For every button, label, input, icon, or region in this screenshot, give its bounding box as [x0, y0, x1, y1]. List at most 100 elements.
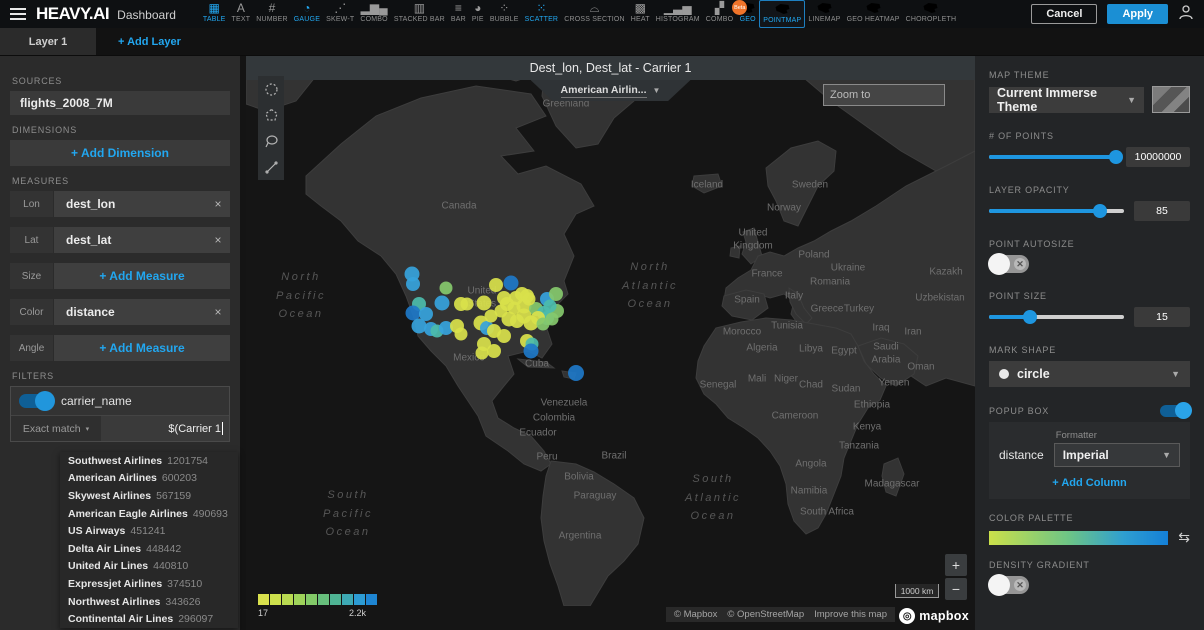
point-autosize-toggle[interactable]: ✕: [989, 255, 1029, 273]
add-column-button[interactable]: + Add Column: [999, 477, 1180, 489]
layer-opacity-value[interactable]: 85: [1134, 201, 1190, 221]
remove-measure-icon[interactable]: ×: [206, 227, 230, 253]
attribution-osm[interactable]: © OpenStreetMap: [727, 609, 804, 620]
data-point[interactable]: [537, 318, 550, 331]
data-point[interactable]: [485, 310, 498, 323]
chart-type-button[interactable]: ≡ BAR: [448, 0, 469, 28]
suggestion-item[interactable]: United Air Lines 440810: [60, 558, 238, 576]
suggestion-item[interactable]: Southwest Airlines 1201754: [60, 452, 238, 470]
measure-value[interactable]: + Add Measure: [54, 263, 230, 289]
point-size-value[interactable]: 15: [1134, 307, 1190, 327]
data-point[interactable]: [497, 329, 511, 343]
color-palette-bar[interactable]: [989, 531, 1168, 545]
suggestion-item[interactable]: Continental Air Lines 296097: [60, 610, 238, 628]
suggestion-item[interactable]: Northwest Airlines 343626: [60, 593, 238, 611]
suggestion-item[interactable]: Expressjet Airlines 374510: [60, 575, 238, 593]
chart-type-button[interactable]: # NUMBER: [253, 0, 291, 28]
data-point[interactable]: [487, 344, 501, 358]
data-point[interactable]: [440, 282, 453, 295]
data-point[interactable]: [477, 296, 492, 311]
mapbox-logo[interactable]: ◎ mapbox: [899, 608, 969, 624]
lasso-select-tool[interactable]: [258, 128, 284, 154]
mark-shape-dropdown[interactable]: circle ▼: [989, 361, 1190, 387]
add-dimension-button[interactable]: + Add Dimension: [10, 140, 230, 166]
measure-row[interactable]: Angle + Add Measure ×: [10, 335, 230, 361]
polygon-select-tool[interactable]: [258, 102, 284, 128]
measure-row[interactable]: Lon dest_lon ×: [10, 191, 230, 217]
measure-value[interactable]: + Add Measure: [54, 335, 230, 361]
density-gradient-toggle[interactable]: ✕: [989, 576, 1029, 594]
suggestion-item[interactable]: American Eagle Airlines 490693: [60, 505, 238, 523]
chart-type-button[interactable]: CHOROPLETH: [903, 0, 960, 28]
dimension-pill-dropdown[interactable]: American Airlin... ▼: [531, 80, 691, 101]
zoom-to-input[interactable]: [823, 84, 945, 106]
data-point[interactable]: [406, 277, 420, 291]
data-point[interactable]: [508, 302, 521, 315]
data-point[interactable]: [461, 298, 474, 311]
data-point[interactable]: [523, 293, 536, 306]
chart-type-button[interactable]: ◕ PIE: [469, 0, 487, 28]
layer-opacity-slider[interactable]: [989, 204, 1124, 218]
zoom-in-button[interactable]: +: [945, 554, 967, 576]
filter-toggle[interactable]: [19, 394, 53, 408]
chart-type-button[interactable]: POINTMAP: [759, 0, 805, 28]
chart-type-button[interactable]: ▦ TABLE: [200, 0, 229, 28]
point-size-slider[interactable]: [989, 310, 1124, 324]
add-layer-button[interactable]: + Add Layer: [96, 28, 203, 55]
popup-box-toggle[interactable]: [1160, 405, 1190, 417]
chart-type-button[interactable]: Beta GEO: [736, 0, 759, 28]
map-canvas[interactable]: GreenlandCanadaUnited StatesMexicoCubaIc…: [246, 56, 975, 630]
data-point[interactable]: [524, 344, 539, 359]
map-theme-thumbnail[interactable]: [1152, 86, 1190, 113]
layer-tab-active[interactable]: Layer 1: [0, 28, 96, 55]
chart-type-button[interactable]: ▁▃▅ HISTOGRAM: [653, 0, 703, 28]
measure-value[interactable]: dest_lon: [54, 191, 206, 217]
map-theme-dropdown[interactable]: Current Immerse Theme ▼: [989, 87, 1144, 113]
chart-type-button[interactable]: ▂▆▄ COMBO: [357, 0, 390, 28]
formatter-dropdown[interactable]: Imperial ▼: [1054, 443, 1180, 467]
chart-type-button[interactable]: LINEMAP: [805, 0, 843, 28]
suggestion-item[interactable]: American Airlines 600203: [60, 470, 238, 488]
chart-type-button[interactable]: ⋰ SKEW-T: [323, 0, 357, 28]
measure-value[interactable]: dest_lat: [54, 227, 206, 253]
chart-type-button[interactable]: ▥ STACKED BAR: [391, 0, 448, 28]
attribution-improve-link[interactable]: Improve this map: [814, 609, 887, 620]
reverse-palette-icon[interactable]: ⇆: [1178, 529, 1190, 546]
user-icon[interactable]: [1178, 4, 1194, 25]
data-point[interactable]: [544, 300, 557, 313]
measure-row[interactable]: Color distance ×: [10, 299, 230, 325]
circle-select-tool[interactable]: [258, 76, 284, 102]
chart-type-button[interactable]: ▩ HEAT: [628, 0, 653, 28]
chart-type-button[interactable]: GEO HEATMAP: [844, 0, 903, 28]
apply-button[interactable]: Apply: [1107, 4, 1168, 24]
menu-icon[interactable]: [0, 8, 34, 20]
remove-measure-icon[interactable]: ×: [206, 191, 230, 217]
measure-value[interactable]: distance: [54, 299, 206, 325]
measure-line-tool[interactable]: [258, 154, 284, 180]
cancel-button[interactable]: Cancel: [1031, 4, 1097, 24]
source-selector[interactable]: flights_2008_7M: [10, 91, 230, 115]
chart-type-button[interactable]: ▞ COMBO: [703, 0, 736, 28]
chart-type-button[interactable]: ⌓ CROSS SECTION: [561, 0, 628, 28]
data-point[interactable]: [476, 347, 489, 360]
num-points-slider[interactable]: [989, 150, 1116, 164]
num-points-value[interactable]: 10000000: [1126, 147, 1190, 167]
measure-row[interactable]: Size + Add Measure ×: [10, 263, 230, 289]
remove-measure-icon[interactable]: ×: [206, 299, 230, 325]
suggestion-item[interactable]: Skywest Airlines 567159: [60, 487, 238, 505]
measure-row[interactable]: Lat dest_lat ×: [10, 227, 230, 253]
match-mode-dropdown[interactable]: Exact match ▾: [11, 416, 101, 441]
chart-type-button[interactable]: ⁙ SCATTER: [522, 0, 562, 28]
data-point[interactable]: [455, 328, 468, 341]
attribution-mapbox[interactable]: © Mapbox: [674, 609, 717, 620]
chart-type-button[interactable]: A TEXT: [229, 0, 254, 28]
data-point[interactable]: [489, 278, 503, 292]
data-point[interactable]: [568, 365, 584, 381]
zoom-out-button[interactable]: −: [945, 578, 967, 600]
chart-type-button[interactable]: ◔ GAUGE: [291, 0, 323, 28]
suggestion-item[interactable]: Delta Air Lines 448442: [60, 540, 238, 558]
chart-type-button[interactable]: ⁘ BUBBLE: [487, 0, 522, 28]
data-point[interactable]: [435, 296, 450, 311]
filter-value-input[interactable]: $(Carrier 1: [101, 416, 229, 441]
suggestion-item[interactable]: US Airways 451241: [60, 522, 238, 540]
